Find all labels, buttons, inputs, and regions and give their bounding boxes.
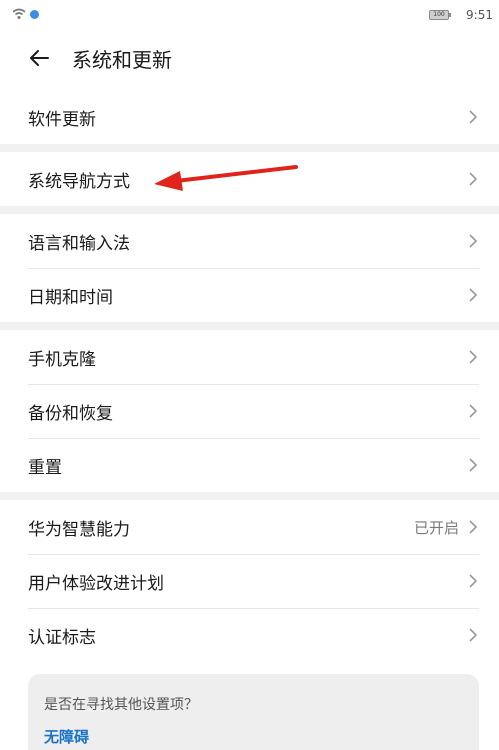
reset-item[interactable]: 重置	[0, 438, 499, 492]
status-time: 9:51	[466, 8, 493, 22]
huawei-ai-item[interactable]: 华为智慧能力 已开启	[0, 500, 499, 554]
item-label: 手机克隆	[28, 350, 96, 370]
language-input-item[interactable]: 语言和输入法	[0, 214, 499, 268]
chevron-right-icon	[469, 574, 478, 588]
header: 系统和更新	[0, 30, 499, 90]
group-divider	[0, 322, 499, 330]
notification-dot-icon	[30, 10, 39, 19]
chevron-right-icon	[469, 172, 478, 186]
settings-group-2: 系统导航方式	[0, 152, 499, 206]
chevron-right-icon	[469, 404, 478, 418]
item-label: 重置	[28, 458, 62, 478]
software-update-item[interactable]: 软件更新	[0, 90, 499, 144]
chevron-right-icon	[469, 628, 478, 642]
chevron-right-icon	[469, 288, 478, 302]
item-label: 备份和恢复	[28, 404, 113, 424]
status-bar: 100 9:51	[0, 0, 499, 30]
item-label: 语言和输入法	[28, 234, 130, 254]
item-label: 系统导航方式	[28, 172, 130, 192]
battery-icon: 100	[429, 10, 451, 20]
item-label: 华为智慧能力	[28, 520, 130, 540]
chevron-right-icon	[469, 234, 478, 248]
item-status-value: 已开启	[413, 519, 459, 537]
wifi-icon	[12, 8, 26, 19]
item-label: 认证标志	[28, 628, 96, 648]
chevron-right-icon	[469, 110, 478, 124]
certification-item[interactable]: 认证标志	[0, 608, 499, 662]
chevron-right-icon	[469, 350, 478, 364]
settings-group-1: 软件更新	[0, 90, 499, 144]
suggestion-card: 是否在寻找其他设置项？ 无障碍	[28, 674, 479, 750]
group-divider	[0, 206, 499, 214]
item-label: 软件更新	[28, 110, 96, 130]
page-title: 系统和更新	[72, 48, 172, 72]
back-arrow-icon[interactable]	[28, 47, 50, 69]
chevron-right-icon	[469, 520, 478, 534]
settings-group-5: 华为智慧能力 已开启 用户体验改进计划 认证标志	[0, 500, 499, 662]
suggestion-question: 是否在寻找其他设置项？	[44, 697, 198, 713]
date-time-item[interactable]: 日期和时间	[0, 268, 499, 322]
group-divider	[0, 144, 499, 152]
chevron-right-icon	[469, 458, 478, 472]
phone-clone-item[interactable]: 手机克隆	[0, 330, 499, 384]
accessibility-link[interactable]: 无障碍	[44, 726, 89, 747]
backup-restore-item[interactable]: 备份和恢复	[0, 384, 499, 438]
settings-group-4: 手机克隆 备份和恢复 重置	[0, 330, 499, 492]
settings-group-3: 语言和输入法 日期和时间	[0, 214, 499, 322]
item-label: 用户体验改进计划	[28, 574, 164, 594]
user-experience-item[interactable]: 用户体验改进计划	[0, 554, 499, 608]
group-divider	[0, 492, 499, 500]
system-navigation-item[interactable]: 系统导航方式	[0, 152, 499, 206]
item-label: 日期和时间	[28, 288, 113, 308]
